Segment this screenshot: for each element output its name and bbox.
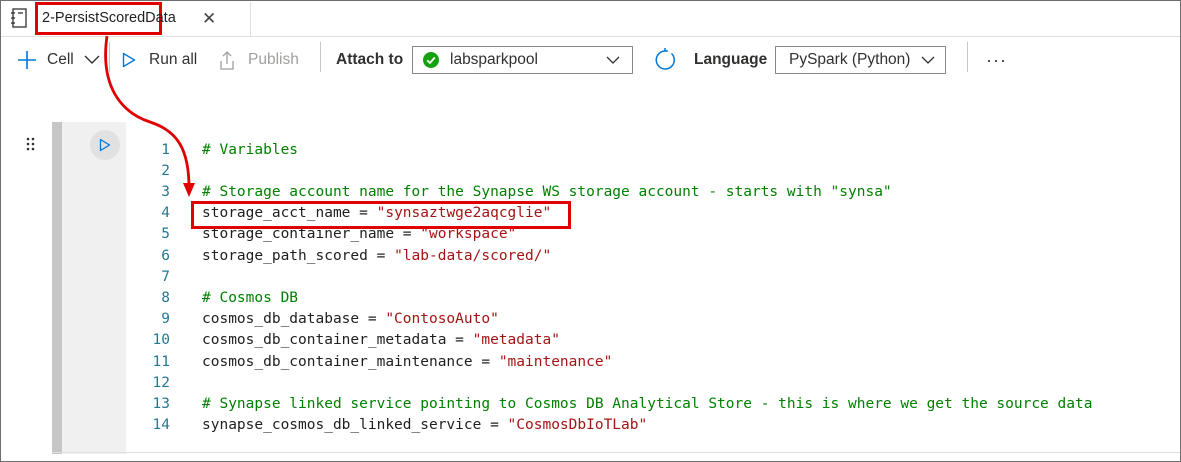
line-number: 13 <box>152 395 170 412</box>
attach-to-label: Attach to <box>336 51 404 68</box>
line-number: 6 <box>161 247 170 264</box>
run-cell-button[interactable] <box>90 130 120 160</box>
toolbar: Cell Run all Publish Attach to labsparkp… <box>1 38 1180 82</box>
code-token-text: storage_path_scored = <box>202 247 395 264</box>
cell-selection-bar <box>52 122 62 454</box>
code-token-text: cosmos_db_database = <box>202 311 386 328</box>
chevron-down-icon[interactable] <box>84 55 100 65</box>
code-cell[interactable]: 1 # Variables 2 3 # Storage account name for… <box>52 122 1180 454</box>
code-line[interactable]: 10 cosmos_db_container_metadata = "metada… <box>126 330 1180 351</box>
line-number: 7 <box>161 268 170 285</box>
code-editor[interactable]: 1 # Variables 2 3 # Storage account name for… <box>126 122 1180 454</box>
code-text: cosmos_db_container_metadata = "metadata… <box>202 330 560 351</box>
code-token-comment: # Cosmos DB <box>202 289 299 306</box>
code-line[interactable]: 6 storage_path_scored = "lab-data/scored/… <box>126 246 1180 267</box>
code-text: storage_path_scored = "lab-data/scored/" <box>202 246 551 267</box>
code-line[interactable]: 11 cosmos_db_container_maintenance = "mai… <box>126 352 1180 373</box>
notebook-icon <box>11 8 27 28</box>
code-token-comment: # Storage account name for the Synapse W… <box>202 183 892 200</box>
chevron-down-icon <box>921 56 935 64</box>
toolbar-divider <box>109 42 110 72</box>
toolbar-divider <box>967 42 968 72</box>
code-token-string: "ContosoAuto" <box>385 311 499 328</box>
code-line[interactable]: 2 <box>126 161 1180 182</box>
close-icon[interactable]: ✕ <box>202 5 216 33</box>
cell-gutter <box>62 122 126 454</box>
code-line[interactable]: 13 # Synapse linked service pointing to C… <box>126 394 1180 415</box>
code-token-string: "metadata" <box>472 332 560 349</box>
line-number: 12 <box>152 374 170 391</box>
line-number: 8 <box>161 289 170 306</box>
line-number: 9 <box>161 311 170 328</box>
code-line[interactable]: 8 # Cosmos DB <box>126 288 1180 309</box>
line-number: 3 <box>161 183 170 200</box>
tab-title[interactable]: 2-PersistScoredData <box>35 2 176 35</box>
more-icon[interactable]: ··· <box>986 38 1007 82</box>
code-text: synapse_cosmos_db_linked_service = "Cosm… <box>202 415 647 436</box>
line-number: 1 <box>161 141 170 158</box>
language-label: Language <box>694 51 768 68</box>
tab-bar: 2-PersistScoredData ✕ <box>1 1 1180 37</box>
code-line[interactable]: 3 # Storage account name for the Synapse … <box>126 182 1180 203</box>
line-number: 14 <box>152 417 170 434</box>
code-text: cosmos_db_database = "ContosoAuto" <box>202 309 499 330</box>
code-line[interactable]: 1 # Variables <box>126 140 1180 161</box>
code-line[interactable]: 12 <box>126 373 1180 394</box>
add-cell-button[interactable]: Cell <box>17 38 100 82</box>
chevron-down-icon <box>606 56 620 64</box>
run-all-label: Run all <box>149 51 198 68</box>
code-token-text: synapse_cosmos_db_linked_service = <box>202 417 508 434</box>
code-token-string: "CosmosDbIoTLab" <box>507 417 648 434</box>
refresh-button[interactable] <box>653 38 677 82</box>
line-number: 4 <box>161 205 170 222</box>
attach-to-value: labsparkpool <box>450 51 538 68</box>
line-number: 11 <box>152 353 170 370</box>
publish-label: Publish <box>248 51 299 68</box>
plus-icon <box>18 51 36 69</box>
code-text: # Variables <box>202 140 298 161</box>
highlight-box <box>191 201 571 229</box>
add-cell-label: Cell <box>47 51 74 68</box>
code-text: # Synapse linked service pointing to Cos… <box>202 394 1092 415</box>
line-number: 2 <box>161 162 170 179</box>
code-token-string: "lab-data/scored/" <box>394 247 552 264</box>
drag-handle-icon[interactable] <box>25 136 37 152</box>
check-circle-icon <box>423 52 439 68</box>
run-cell-icon <box>99 138 111 152</box>
line-number: 10 <box>152 332 170 349</box>
refresh-icon <box>655 48 676 70</box>
code-line[interactable]: 7 <box>126 267 1180 288</box>
code-token-comment: # Variables <box>202 141 299 158</box>
code-token-text: cosmos_db_container_metadata = <box>202 332 473 349</box>
play-icon <box>122 52 136 68</box>
code-token-text: cosmos_db_container_maintenance = <box>202 353 499 370</box>
code-token-comment: # Synapse linked service pointing to Cos… <box>202 395 1093 412</box>
toolbar-divider <box>320 42 321 72</box>
language-dropdown[interactable]: PySpark (Python) <box>775 46 946 74</box>
code-line[interactable]: 9 cosmos_db_database = "ContosoAuto" <box>126 309 1180 330</box>
publish-icon <box>220 51 234 70</box>
tab-notebook[interactable]: 2-PersistScoredData ✕ <box>35 2 251 36</box>
run-all-button[interactable]: Run all <box>122 38 197 82</box>
publish-button[interactable]: Publish <box>217 38 299 82</box>
line-number: 5 <box>161 226 170 243</box>
cell-divider <box>52 452 1180 453</box>
code-text: # Storage account name for the Synapse W… <box>202 182 892 203</box>
code-line[interactable]: 14 synapse_cosmos_db_linked_service = "Co… <box>126 415 1180 436</box>
attach-to-dropdown[interactable]: labsparkpool <box>412 46 633 74</box>
code-text: cosmos_db_container_maintenance = "maint… <box>202 352 612 373</box>
language-value: PySpark (Python) <box>789 51 911 68</box>
code-text: # Cosmos DB <box>202 288 298 309</box>
code-token-string: "maintenance" <box>498 353 613 370</box>
